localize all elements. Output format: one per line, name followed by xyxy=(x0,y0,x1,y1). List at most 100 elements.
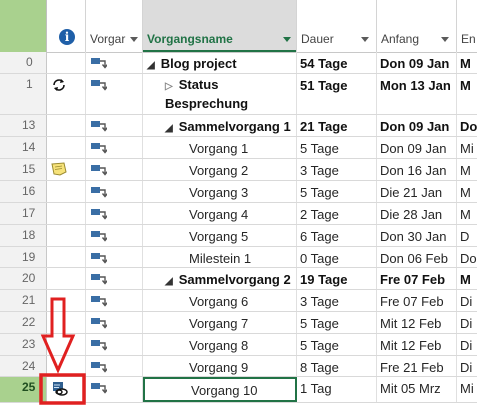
duration-cell[interactable]: 1 Tag xyxy=(297,377,377,402)
finish-cell[interactable]: M xyxy=(457,203,477,224)
start-cell[interactable]: Mon 13 Jan xyxy=(377,74,457,114)
finish-cell[interactable]: Di xyxy=(457,356,477,376)
row-number[interactable]: 17 xyxy=(0,203,47,224)
start-cell[interactable]: Die 21 Jan xyxy=(377,181,457,202)
table-row[interactable]: 1 ▷ Status Besprechung 51 Tage Mon 13 Jan M xyxy=(0,74,477,115)
task-name-cell[interactable]: Vorgang 5 xyxy=(143,225,297,246)
finish-cell[interactable]: Mi xyxy=(457,137,477,158)
table-row[interactable]: 19 Milestein 1 0 Tage Don 06 Feb Do xyxy=(0,247,477,268)
task-mode-cell[interactable] xyxy=(86,115,143,136)
task-mode-cell[interactable] xyxy=(86,181,143,202)
start-cell[interactable]: Fre 21 Feb xyxy=(377,356,457,376)
finish-cell[interactable]: M xyxy=(457,74,477,114)
duration-cell[interactable]: 0 Tage xyxy=(297,247,377,267)
task-name-cell[interactable]: ▷ Status Besprechung xyxy=(143,74,297,114)
table-row[interactable]: 16 Vorgang 3 5 Tage Die 21 Jan M xyxy=(0,181,477,203)
task-mode-cell[interactable] xyxy=(86,137,143,158)
finish-cell[interactable]: Di xyxy=(457,312,477,333)
table-row[interactable]: 17 Vorgang 4 2 Tage Die 28 Jan M xyxy=(0,203,477,225)
duration-cell[interactable]: 2 Tage xyxy=(297,203,377,224)
chevron-down-icon[interactable] xyxy=(283,37,291,42)
select-all-corner[interactable] xyxy=(0,0,47,52)
task-mode-cell[interactable] xyxy=(86,356,143,376)
task-name-column-header[interactable]: Vorgangsname xyxy=(143,0,297,52)
task-name-cell[interactable]: ◢ Sammelvorgang 1 xyxy=(143,115,297,136)
start-cell[interactable]: Don 09 Jan xyxy=(377,52,457,73)
task-name-cell[interactable]: Vorgang 8 xyxy=(143,334,297,355)
finish-cell[interactable]: Di xyxy=(457,290,477,311)
duration-cell[interactable]: 54 Tage xyxy=(297,52,377,73)
task-mode-cell[interactable] xyxy=(86,203,143,224)
start-cell[interactable]: Fre 07 Feb xyxy=(377,268,457,289)
row-number[interactable]: 25 xyxy=(0,377,47,402)
finish-cell[interactable]: Do xyxy=(457,115,477,136)
finish-cell[interactable]: Do xyxy=(457,247,477,267)
table-row[interactable]: 20 ◢ Sammelvorgang 2 19 Tage Fre 07 Feb M xyxy=(0,268,477,290)
row-number[interactable]: 20 xyxy=(0,268,47,289)
task-name-cell[interactable]: Vorgang 2 xyxy=(143,159,297,180)
chevron-down-icon[interactable] xyxy=(361,37,369,42)
duration-cell[interactable]: 19 Tage xyxy=(297,268,377,289)
duration-cell[interactable]: 3 Tage xyxy=(297,159,377,180)
task-mode-cell[interactable] xyxy=(86,225,143,246)
chevron-down-icon[interactable] xyxy=(130,37,138,42)
start-cell[interactable]: Mit 12 Feb xyxy=(377,334,457,355)
table-row[interactable]: 14 Vorgang 1 5 Tage Don 09 Jan Mi xyxy=(0,137,477,159)
table-row[interactable]: 15 Vorgang 2 3 Tage Don 16 Jan M xyxy=(0,159,477,181)
expand-icon[interactable]: ▷ xyxy=(165,78,173,95)
task-name-cell[interactable]: ◢ Sammelvorgang 2 xyxy=(143,268,297,289)
row-number[interactable]: 24 xyxy=(0,356,47,376)
row-number[interactable]: 1 xyxy=(0,74,47,114)
indicators-column-header[interactable]: i xyxy=(47,0,86,52)
duration-cell[interactable]: 5 Tage xyxy=(297,137,377,158)
finish-cell[interactable]: M xyxy=(457,268,477,289)
task-mode-cell[interactable] xyxy=(86,312,143,333)
finish-cell[interactable]: D xyxy=(457,225,477,246)
duration-cell[interactable]: 3 Tage xyxy=(297,290,377,311)
task-mode-cell[interactable] xyxy=(86,247,143,267)
table-row[interactable]: 23 Vorgang 8 5 Tage Mit 12 Feb Di xyxy=(0,334,477,356)
start-cell[interactable]: Don 30 Jan xyxy=(377,225,457,246)
task-mode-cell[interactable] xyxy=(86,74,143,114)
start-cell[interactable]: Don 06 Feb xyxy=(377,247,457,267)
task-name-cell[interactable]: Vorgang 3 xyxy=(143,181,297,202)
finish-cell[interactable]: M xyxy=(457,52,477,73)
finish-cell[interactable]: M xyxy=(457,181,477,202)
duration-column-header[interactable]: Dauer xyxy=(297,0,377,52)
table-row[interactable]: 0 ◢ Blog project 54 Tage Don 09 Jan M xyxy=(0,52,477,74)
duration-cell[interactable]: 5 Tage xyxy=(297,334,377,355)
task-name-cell[interactable]: Vorgang 9 xyxy=(143,356,297,376)
finish-cell[interactable]: Di xyxy=(457,334,477,355)
start-cell[interactable]: Fre 07 Feb xyxy=(377,290,457,311)
duration-cell[interactable]: 51 Tage xyxy=(297,74,377,114)
task-name-cell[interactable]: ◢ Blog project xyxy=(143,52,297,73)
task-name-cell[interactable]: Vorgang 6 xyxy=(143,290,297,311)
start-cell[interactable]: Don 16 Jan xyxy=(377,159,457,180)
task-name-cell[interactable]: Vorgang 1 xyxy=(143,137,297,158)
task-mode-column-header[interactable]: Vorgar xyxy=(86,0,143,52)
task-name-cell[interactable]: Milestein 1 xyxy=(143,247,297,267)
task-name-cell[interactable]: Vorgang 4 xyxy=(143,203,297,224)
start-cell[interactable]: Mit 05 Mrz xyxy=(377,377,457,402)
row-number[interactable]: 0 xyxy=(0,52,47,73)
row-number[interactable]: 14 xyxy=(0,137,47,158)
collapse-icon[interactable]: ◢ xyxy=(147,60,155,71)
start-cell[interactable]: Mit 12 Feb xyxy=(377,312,457,333)
row-number[interactable]: 22 xyxy=(0,312,47,333)
finish-column-header[interactable]: En xyxy=(457,0,477,52)
duration-cell[interactable]: 5 Tage xyxy=(297,312,377,333)
finish-cell[interactable]: M xyxy=(457,159,477,180)
table-row[interactable]: 13 ◢ Sammelvorgang 1 21 Tage Don 09 Jan Do xyxy=(0,115,477,137)
collapse-icon[interactable]: ◢ xyxy=(165,276,173,287)
duration-cell[interactable]: 21 Tage xyxy=(297,115,377,136)
task-mode-cell[interactable] xyxy=(86,52,143,73)
finish-cell[interactable]: Mi xyxy=(457,377,477,402)
row-number[interactable]: 13 xyxy=(0,115,47,136)
duration-cell[interactable]: 8 Tage xyxy=(297,356,377,376)
row-number[interactable]: 23 xyxy=(0,334,47,355)
collapse-icon[interactable]: ◢ xyxy=(165,123,173,134)
table-row[interactable]: 25 Vorgang 10 1 Tag Mit 05 Mrz Mi xyxy=(0,377,477,403)
start-cell[interactable]: Die 28 Jan xyxy=(377,203,457,224)
row-number[interactable]: 21 xyxy=(0,290,47,311)
task-mode-cell[interactable] xyxy=(86,159,143,180)
